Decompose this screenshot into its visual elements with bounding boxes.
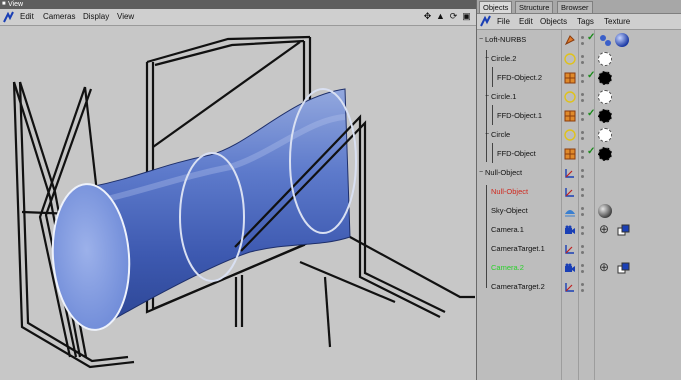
menu-edit[interactable]: Edit: [20, 12, 34, 21]
object-name[interactable]: FFD-Object.1: [497, 111, 542, 120]
cinema4d-logo-icon[interactable]: [3, 11, 15, 23]
panel-tabs: Objects Structure Browser: [477, 0, 681, 14]
list-item[interactable]: CameraTarget.1: [477, 240, 681, 259]
list-item[interactable]: − Circle.1: [477, 88, 681, 107]
list-item[interactable]: Sky-Object: [477, 202, 681, 221]
list-item[interactable]: Camera.2 ⊕: [477, 259, 681, 278]
loft-nurbs-tube: [89, 88, 351, 328]
material-tag-icon[interactable]: [598, 128, 612, 142]
object-name[interactable]: Loft-NURBS: [485, 35, 526, 44]
menu-file[interactable]: File: [497, 17, 510, 26]
material-tag-icon[interactable]: [598, 52, 612, 66]
loft-nurbs-icon: [564, 35, 575, 46]
material-tag-icon[interactable]: [598, 109, 612, 123]
list-item[interactable]: − Loft-NURBS ✓: [477, 31, 681, 50]
list-item[interactable]: − Null-Object: [477, 164, 681, 183]
object-name[interactable]: FFD-Object: [497, 149, 536, 158]
object-name[interactable]: Camera.1: [491, 225, 524, 234]
object-name[interactable]: CameraTarget.1: [491, 244, 545, 253]
menu-texture[interactable]: Texture: [604, 17, 630, 26]
toggle-view-icon[interactable]: ▣: [461, 11, 472, 22]
circle-spline-icon: [564, 129, 576, 141]
object-name[interactable]: CameraTarget.2: [491, 282, 545, 291]
viewport-titlebar: ■ View: [0, 0, 476, 9]
cinema4d-logo-icon[interactable]: [480, 15, 492, 27]
object-name[interactable]: Circle.2: [491, 54, 516, 63]
3d-viewport[interactable]: ■ View Edit Cameras Display View ✥ ▲ ⟳ ▣: [0, 0, 477, 380]
object-name[interactable]: Camera.2: [491, 263, 524, 272]
ffd-deformer-icon: [564, 110, 576, 122]
collapse-toggle-icon[interactable]: −: [479, 169, 484, 176]
menu-cameras[interactable]: Cameras: [43, 12, 75, 21]
sky-object-icon: [565, 210, 575, 217]
collapse-toggle-icon[interactable]: −: [485, 93, 490, 100]
panel-menubar: File Edit Objects Tags Texture: [477, 14, 681, 30]
object-manager-panel: Objects Structure Browser File Edit Obje…: [477, 0, 681, 380]
circle-spline-icon: [564, 91, 576, 103]
menu-edit[interactable]: Edit: [519, 17, 533, 26]
list-item[interactable]: CameraTarget.2: [477, 278, 681, 297]
camera-icon: [565, 263, 575, 272]
list-item[interactable]: Null-Object: [477, 183, 681, 202]
null-object-icon: [565, 283, 574, 292]
list-item[interactable]: − Circle.2: [477, 50, 681, 69]
object-list: − Loft-NURBS ✓ − Circle.2 FFD-Object.2 ✓: [477, 30, 681, 380]
viewport-title: View: [8, 1, 24, 8]
menu-tags[interactable]: Tags: [577, 17, 594, 26]
circle-spline-icon: [564, 53, 576, 65]
list-item[interactable]: − Circle: [477, 126, 681, 145]
tab-browser[interactable]: Browser: [557, 1, 593, 13]
tab-structure[interactable]: Structure: [515, 1, 554, 13]
list-item[interactable]: Camera.1 ⊕: [477, 221, 681, 240]
null-object-icon: [565, 169, 574, 178]
collapse-toggle-icon[interactable]: −: [485, 55, 490, 62]
menu-display[interactable]: Display: [83, 12, 109, 21]
target-tag-icon[interactable]: ⊕: [599, 261, 609, 273]
target-tag-icon[interactable]: ⊕: [599, 223, 609, 235]
material-tag-icon[interactable]: [598, 147, 612, 161]
viewport-navigation-tools: ✥ ▲ ⟳ ▣: [422, 11, 472, 22]
enabled-check-icon[interactable]: ✓: [587, 108, 595, 119]
object-name[interactable]: Sky-Object: [491, 206, 528, 215]
rotate-view-icon[interactable]: ⟳: [448, 11, 459, 22]
menu-objects[interactable]: Objects: [540, 17, 567, 26]
ffd-deformer-icon: [564, 148, 576, 160]
list-item[interactable]: FFD-Object.2 ✓: [477, 69, 681, 88]
protection-tag-icon[interactable]: [617, 261, 631, 275]
material-tag-icon[interactable]: [598, 71, 612, 85]
material-tag-icon[interactable]: [615, 33, 629, 47]
material-tag-icon[interactable]: [598, 204, 612, 218]
enabled-check-icon[interactable]: ✓: [587, 70, 595, 81]
null-object-icon: [565, 188, 574, 197]
tab-objects[interactable]: Objects: [479, 1, 513, 13]
menu-view[interactable]: View: [117, 12, 134, 21]
object-name[interactable]: Null-Object: [485, 168, 522, 177]
enabled-check-icon[interactable]: ✓: [587, 32, 595, 43]
material-tag-icon[interactable]: [598, 90, 612, 104]
camera-icon: [565, 225, 575, 234]
scene-render[interactable]: [0, 27, 476, 380]
object-name[interactable]: Null-Object: [491, 187, 528, 196]
object-name[interactable]: Circle.1: [491, 92, 516, 101]
enabled-check-icon[interactable]: ✓: [587, 146, 595, 157]
protection-tag-icon[interactable]: [617, 223, 631, 237]
ffd-deformer-icon: [564, 72, 576, 84]
phong-tag-icon[interactable]: [598, 33, 612, 47]
collapse-toggle-icon[interactable]: −: [479, 36, 484, 43]
null-object-icon: [565, 245, 574, 254]
collapse-toggle-icon[interactable]: −: [485, 131, 490, 138]
list-item[interactable]: FFD-Object.1 ✓: [477, 107, 681, 126]
move-view-icon[interactable]: ✥: [422, 11, 433, 22]
zoom-view-icon[interactable]: ▲: [435, 11, 446, 22]
list-item[interactable]: FFD-Object ✓: [477, 145, 681, 164]
window-menu-icon[interactable]: ■: [2, 0, 6, 9]
viewport-menubar: Edit Cameras Display View ✥ ▲ ⟳ ▣: [0, 9, 476, 26]
object-name[interactable]: FFD-Object.2: [497, 73, 542, 82]
object-name[interactable]: Circle: [491, 130, 510, 139]
